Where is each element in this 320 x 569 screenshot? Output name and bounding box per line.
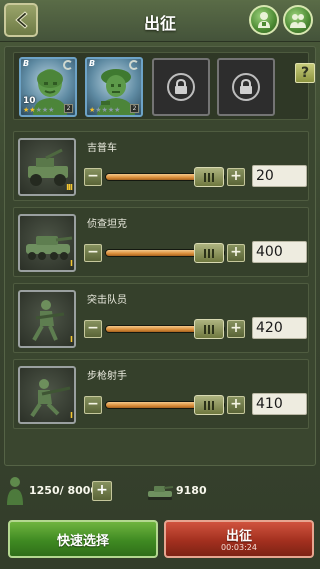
decrease-button[interactable]: − xyxy=(84,244,102,262)
unit-thumbnail: I xyxy=(18,290,76,348)
unit-row-jeep: III 吉普车 − + 20 xyxy=(13,131,309,201)
increase-button[interactable]: + xyxy=(227,244,245,262)
commander-card[interactable]: B 10 ★★★★★ 2 xyxy=(19,57,77,117)
unit-rank: I xyxy=(70,335,73,344)
help-button[interactable]: ? xyxy=(295,63,315,83)
unit-thumbnail: III xyxy=(18,138,76,196)
locked-slot[interactable] xyxy=(152,58,210,116)
soldier-group-icon xyxy=(290,14,306,28)
quick-select-button[interactable]: 快速选择 xyxy=(8,520,158,558)
deploy-button[interactable]: 出征 00:03:24 xyxy=(164,520,314,558)
unit-count-input[interactable]: 410 xyxy=(252,393,307,415)
commander-level: 10 xyxy=(23,96,36,106)
soldier-group-button[interactable] xyxy=(283,5,313,35)
slider-handle[interactable] xyxy=(194,395,225,415)
locked-slot[interactable] xyxy=(217,58,275,116)
commander-grade: B xyxy=(89,59,96,68)
increase-button[interactable]: + xyxy=(227,168,245,186)
unit-rank: I xyxy=(70,259,73,268)
soldier-badge-button[interactable] xyxy=(249,5,279,35)
star-rating: ★★★★★ xyxy=(23,106,55,114)
deploy-label: 出征 xyxy=(225,529,252,544)
swap-icon[interactable] xyxy=(63,60,73,70)
commander-slots: B 10 ★★★★★ 2 B ★★★★★ 2 ? xyxy=(13,52,315,120)
slider-handle[interactable] xyxy=(194,243,225,263)
unit-row-scout-tank: I 侦查坦克 − + 400 xyxy=(13,207,309,277)
tank-icon xyxy=(26,236,73,260)
increase-button[interactable]: + xyxy=(227,396,245,414)
unit-thumbnail: I xyxy=(18,214,76,272)
power-tank-icon xyxy=(148,486,174,500)
soldier-badge-icon xyxy=(258,12,270,28)
unit-row-rifleman: I 步枪射手 − + 410 xyxy=(13,359,309,429)
decrease-button[interactable]: − xyxy=(84,396,102,414)
unit-count-input[interactable]: 420 xyxy=(252,317,307,339)
unit-name: 吉普车 xyxy=(87,143,117,154)
deploy-panel: B 10 ★★★★★ 2 B ★★★★★ 2 ? III 吉普车 − + 20 … xyxy=(4,46,316,466)
unit-rank: III xyxy=(66,183,73,192)
commander-card[interactable]: B ★★★★★ 2 xyxy=(85,57,143,117)
unit-name: 突击队员 xyxy=(87,295,127,306)
commander-grade: B xyxy=(23,59,30,68)
unit-name: 步枪射手 xyxy=(87,371,127,382)
troop-capacity: 1250/ 8000 xyxy=(29,484,99,497)
swap-icon[interactable] xyxy=(129,60,139,70)
slider-handle[interactable] xyxy=(194,167,225,187)
deploy-screen: 出征 B 10 ★★★★★ 2 B ★★★★★ 2 ? III 吉普车 − + … xyxy=(0,0,320,569)
rifleman-icon xyxy=(30,379,71,418)
troop-stats-bar: 1250/ 8000 + 9180 xyxy=(0,474,320,510)
unit-thumbnail: I xyxy=(18,366,76,424)
increase-button[interactable]: + xyxy=(227,320,245,338)
unit-row-assault-trooper: I 突击队员 − + 420 xyxy=(13,283,309,353)
decrease-button[interactable]: − xyxy=(84,168,102,186)
unit-name: 侦查坦克 xyxy=(87,219,127,230)
decrease-button[interactable]: − xyxy=(84,320,102,338)
unit-rank: I xyxy=(70,411,73,420)
troop-soldier-icon xyxy=(7,477,23,505)
assault-soldier-icon xyxy=(32,300,65,341)
commander-rank: 2 xyxy=(130,104,139,113)
power-value: 9180 xyxy=(176,484,207,497)
lock-icon xyxy=(240,79,252,94)
header-bar: 出征 xyxy=(0,0,320,42)
unit-count-input[interactable]: 400 xyxy=(252,241,307,263)
deploy-timer: 00:03:24 xyxy=(221,543,257,552)
slider-handle[interactable] xyxy=(194,319,225,339)
unit-count-input[interactable]: 20 xyxy=(252,165,307,187)
star-rating: ★★★★★ xyxy=(89,106,121,114)
commander-rank: 2 xyxy=(64,104,73,113)
add-troops-button[interactable]: + xyxy=(92,481,112,501)
lock-icon xyxy=(175,79,187,94)
